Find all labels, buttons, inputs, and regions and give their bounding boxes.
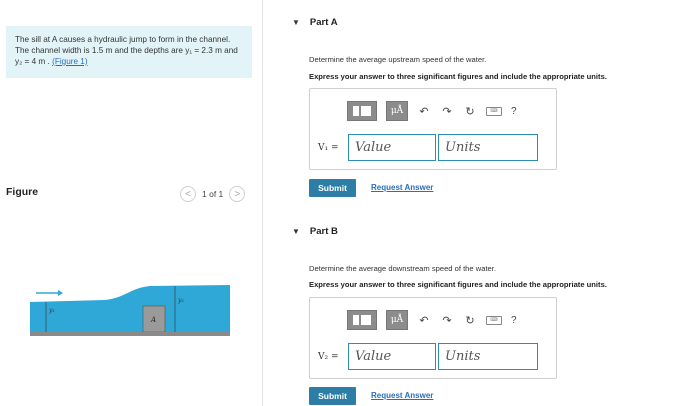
variable-label: V₂ = bbox=[318, 351, 339, 362]
answer-row: V₁ = Value Units bbox=[318, 134, 538, 161]
request-answer-link[interactable]: Request Answer bbox=[371, 391, 433, 400]
units-input[interactable]: Units bbox=[438, 134, 538, 161]
part-b-instruction: Express your answer to three significant… bbox=[309, 280, 607, 289]
math-toolbar: μÅ ↶ ↷ ↻ ⌨ ? bbox=[347, 101, 517, 121]
submit-button[interactable]: Submit bbox=[309, 179, 356, 197]
collapse-caret-icon[interactable]: ▼ bbox=[292, 227, 300, 236]
part-a-question: Determine the average upstream speed of … bbox=[309, 55, 487, 64]
y1-label: y₁ bbox=[48, 307, 55, 314]
submit-button[interactable]: Submit bbox=[309, 387, 356, 405]
value-input[interactable]: Value bbox=[348, 343, 436, 370]
part-b-header[interactable]: ▼ Part B bbox=[292, 226, 338, 237]
part-a-instruction: Express your answer to three significant… bbox=[309, 72, 607, 81]
keyboard-icon[interactable]: ⌨ bbox=[486, 106, 502, 116]
part-a-title: Part A bbox=[309, 17, 338, 28]
templates-button[interactable] bbox=[347, 101, 377, 121]
redo-icon[interactable]: ↷ bbox=[440, 314, 454, 327]
part-a-answer-box: μÅ ↶ ↷ ↻ ⌨ ? V₁ = Value Units bbox=[309, 88, 557, 170]
templates-button[interactable] bbox=[347, 310, 377, 330]
units-input[interactable]: Units bbox=[438, 343, 538, 370]
part-b-question: Determine the average downstream speed o… bbox=[309, 264, 496, 273]
reset-icon[interactable]: ↻ bbox=[463, 105, 477, 118]
prev-figure-button[interactable]: < bbox=[180, 186, 196, 202]
collapse-caret-icon[interactable]: ▼ bbox=[292, 18, 300, 27]
figure-link[interactable]: (Figure 1) bbox=[52, 57, 88, 66]
math-toolbar: μÅ ↶ ↷ ↻ ⌨ ? bbox=[347, 310, 517, 330]
part-b-answer-box: μÅ ↶ ↷ ↻ ⌨ ? V₂ = Value Units bbox=[309, 297, 557, 379]
pager-text: 1 of 1 bbox=[202, 189, 224, 199]
part-a-header[interactable]: ▼ Part A bbox=[292, 17, 338, 28]
sill-label: A bbox=[150, 316, 156, 324]
reset-icon[interactable]: ↻ bbox=[463, 314, 477, 327]
hydraulic-jump-figure: y₁ y₂ A bbox=[30, 285, 230, 336]
help-button[interactable]: ? bbox=[511, 315, 517, 326]
column-divider bbox=[262, 0, 263, 406]
figure-pager: < 1 of 1 > bbox=[180, 186, 246, 202]
left-panel: The sill at A causes a hydraulic jump to… bbox=[0, 0, 262, 406]
keyboard-icon[interactable]: ⌨ bbox=[486, 315, 502, 325]
variable-label: V₁ = bbox=[318, 142, 339, 153]
symbols-button[interactable]: μÅ bbox=[386, 101, 408, 121]
answer-row: V₂ = Value Units bbox=[318, 343, 538, 370]
problem-text: The sill at A causes a hydraulic jump to… bbox=[15, 35, 238, 66]
value-input[interactable]: Value bbox=[348, 134, 436, 161]
part-b-title: Part B bbox=[309, 226, 338, 237]
figure-title: Figure bbox=[6, 186, 39, 198]
problem-statement: The sill at A causes a hydraulic jump to… bbox=[6, 26, 252, 78]
undo-icon[interactable]: ↶ bbox=[417, 105, 431, 118]
help-button[interactable]: ? bbox=[511, 106, 517, 117]
next-figure-button[interactable]: > bbox=[229, 186, 246, 202]
channel-bed bbox=[30, 332, 230, 336]
undo-icon[interactable]: ↶ bbox=[417, 314, 431, 327]
symbols-button[interactable]: μÅ bbox=[386, 310, 408, 330]
redo-icon[interactable]: ↷ bbox=[440, 105, 454, 118]
request-answer-link[interactable]: Request Answer bbox=[371, 183, 433, 192]
y2-label: y₂ bbox=[177, 297, 184, 304]
